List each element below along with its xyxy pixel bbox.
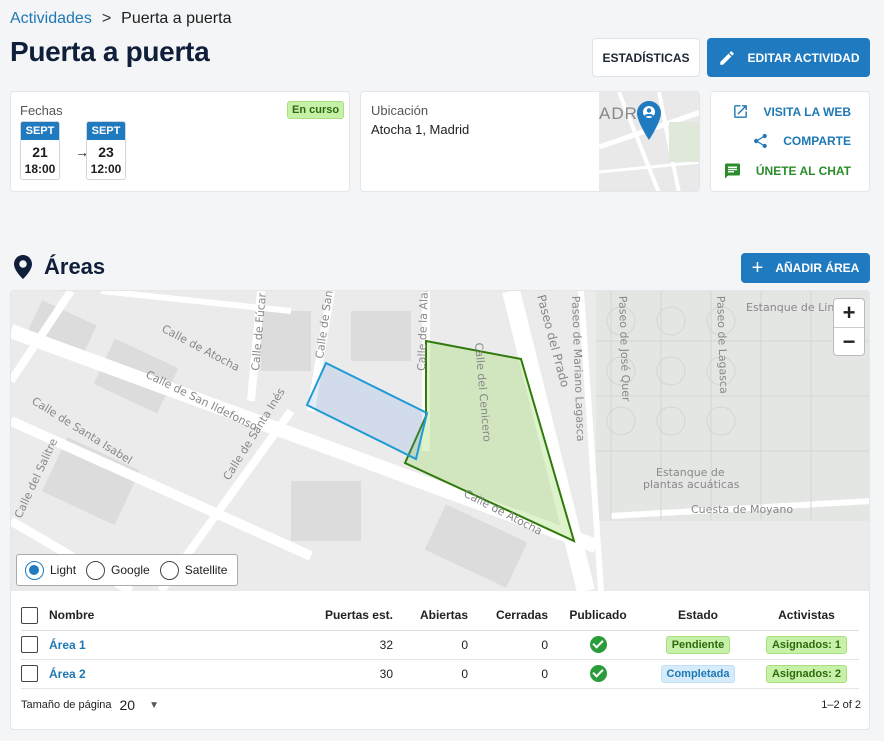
start-month: SEPT — [21, 122, 59, 140]
statistics-button-label: ESTADÍSTICAS — [602, 50, 690, 65]
radio-unselected-icon — [86, 560, 106, 580]
closed-cell: 0 — [474, 659, 554, 689]
share-label: COMPARTE — [783, 134, 851, 148]
end-day: 23 — [98, 144, 114, 160]
links-card: VISITA LA WEB COMPARTE ÚNETE AL CHAT — [710, 91, 870, 192]
dates-card: Fechas En curso SEPT 21 18:00 → SEPT 23 … — [10, 91, 350, 192]
doors-cell: 32 — [279, 630, 399, 660]
map-canvas: Calle de Atocha Calle de San Ildefonso C… — [11, 291, 869, 591]
areas-panel: Calle de Atocha Calle de San Ildefonso C… — [10, 290, 870, 730]
breadcrumb-current: Puerta a puerta — [121, 10, 232, 27]
table-footer: Tamaño de página 20 ▼ 1–2 of 2 — [21, 693, 861, 717]
published-check-icon — [589, 636, 607, 653]
zoom-control: + − — [833, 298, 865, 356]
table-header-row: Nombre Puertas est. Abiertas Cerradas Pu… — [21, 601, 859, 631]
layer-satellite-label: Satellite — [184, 563, 228, 577]
start-day: 21 — [32, 144, 48, 160]
chat-icon — [724, 163, 740, 179]
layer-google-label: Google — [111, 563, 150, 577]
add-area-label: AÑADIR ÁREA — [775, 261, 860, 275]
start-date: SEPT 21 18:00 — [20, 121, 60, 180]
zoom-in-button[interactable]: + — [834, 299, 864, 328]
share-icon — [754, 133, 768, 149]
pencil-icon — [719, 50, 734, 65]
col-doors[interactable]: Puertas est. — [279, 601, 399, 631]
areas-title: Áreas — [44, 254, 106, 279]
plus-icon: + — [751, 257, 764, 279]
closed-cell: 0 — [474, 630, 554, 660]
share-link[interactable]: COMPARTE — [752, 132, 851, 150]
col-state[interactable]: Estado — [642, 601, 754, 631]
breadcrumb-separator: > — [101, 10, 112, 27]
add-area-button[interactable]: + AÑADIR ÁREA — [741, 253, 870, 283]
pagination-range: 1–2 of 2 — [821, 699, 861, 711]
select-all-checkbox[interactable] — [21, 606, 38, 624]
doors-cell: 30 — [279, 659, 399, 689]
end-time: 12:00 — [90, 162, 122, 176]
dates-label: Fechas — [20, 103, 63, 118]
area-name-link[interactable]: Área 1 — [49, 638, 86, 652]
external-link-icon — [734, 105, 748, 118]
area-name-link[interactable]: Área 2 — [49, 667, 86, 681]
street-label-estanque-plantas-2: plantas acuáticas — [643, 478, 740, 491]
location-minimap[interactable]: ADR — [598, 92, 699, 191]
radio-unselected-icon — [159, 560, 179, 580]
minimap-label: ADR — [599, 104, 638, 123]
col-open[interactable]: Abiertas — [399, 601, 474, 631]
activists-badge: Asignados: 1 — [765, 635, 848, 654]
breadcrumb: Actividades > Puerta a puerta — [10, 10, 231, 28]
state-badge: Pendiente — [665, 635, 731, 654]
open-cell: 0 — [399, 659, 474, 689]
published-check-icon — [589, 665, 607, 682]
location-pin-icon — [14, 255, 32, 279]
col-activists[interactable]: Activistas — [754, 601, 859, 631]
col-name[interactable]: Nombre — [49, 601, 279, 631]
areas-table: Nombre Puertas est. Abiertas Cerradas Pu… — [21, 601, 859, 689]
chevron-down-icon[interactable]: ▼ — [149, 700, 159, 711]
breadcrumb-link-actividades[interactable]: Actividades — [10, 10, 92, 28]
visit-web-link[interactable]: VISITA LA WEB — [732, 103, 851, 120]
col-published[interactable]: Publicado — [554, 601, 642, 631]
select-all-cell — [21, 601, 49, 631]
edit-activity-label: EDITAR ACTIVIDAD — [747, 50, 860, 65]
status-badge: En curso — [287, 101, 345, 119]
areas-map[interactable]: Calle de Atocha Calle de San Ildefonso C… — [11, 291, 869, 591]
visit-web-label: VISITA LA WEB — [763, 104, 851, 119]
state-badge: Completada — [660, 664, 736, 683]
layer-satellite-option[interactable]: Satellite — [159, 560, 228, 580]
location-card: Ubicación Atocha 1, Madrid ADR — [360, 91, 700, 192]
edit-activity-button[interactable]: EDITAR ACTIVIDAD — [707, 38, 870, 77]
layer-google-option[interactable]: Google — [86, 560, 150, 580]
areas-header: Áreas — [14, 254, 105, 280]
end-month: SEPT — [87, 122, 125, 140]
table-row[interactable]: Área 1 32 0 0 Pendiente Asignados: 1 — [21, 630, 859, 660]
table-row[interactable]: Área 2 30 0 0 Completada Asignados: 2 — [21, 659, 859, 689]
location-label: Ubicación — [371, 103, 429, 118]
join-chat-label: ÚNETE AL CHAT — [755, 164, 851, 178]
street-label-cuesta-moyano: Cuesta de Moyano — [691, 503, 793, 516]
end-date: SEPT 23 12:00 — [86, 121, 126, 180]
row-checkbox[interactable] — [21, 665, 38, 682]
join-chat-link[interactable]: ÚNETE AL CHAT — [723, 162, 851, 180]
layer-light-option[interactable]: Light — [25, 560, 77, 580]
zoom-out-button[interactable]: − — [834, 328, 864, 357]
map-pin-icon — [637, 101, 661, 140]
page-size-label: Tamaño de página — [21, 699, 112, 711]
start-time: 18:00 — [24, 162, 56, 176]
row-checkbox[interactable] — [21, 636, 38, 653]
activists-badge: Asignados: 2 — [765, 664, 848, 683]
row-select-cell — [21, 659, 49, 689]
layer-light-label: Light — [50, 563, 77, 577]
page-size-control: Tamaño de página 20 ▼ — [21, 697, 159, 713]
map-layer-selector: Light Google Satellite — [16, 554, 238, 586]
col-closed[interactable]: Cerradas — [474, 601, 554, 631]
page-size-select[interactable]: 20 — [120, 697, 136, 713]
page-title: Puerta a puerta — [10, 36, 210, 67]
radio-selected-icon — [25, 560, 44, 580]
row-select-cell — [21, 630, 49, 660]
open-cell: 0 — [399, 630, 474, 660]
location-address: Atocha 1, Madrid — [371, 122, 470, 137]
statistics-button[interactable]: ESTADÍSTICAS — [592, 38, 700, 77]
